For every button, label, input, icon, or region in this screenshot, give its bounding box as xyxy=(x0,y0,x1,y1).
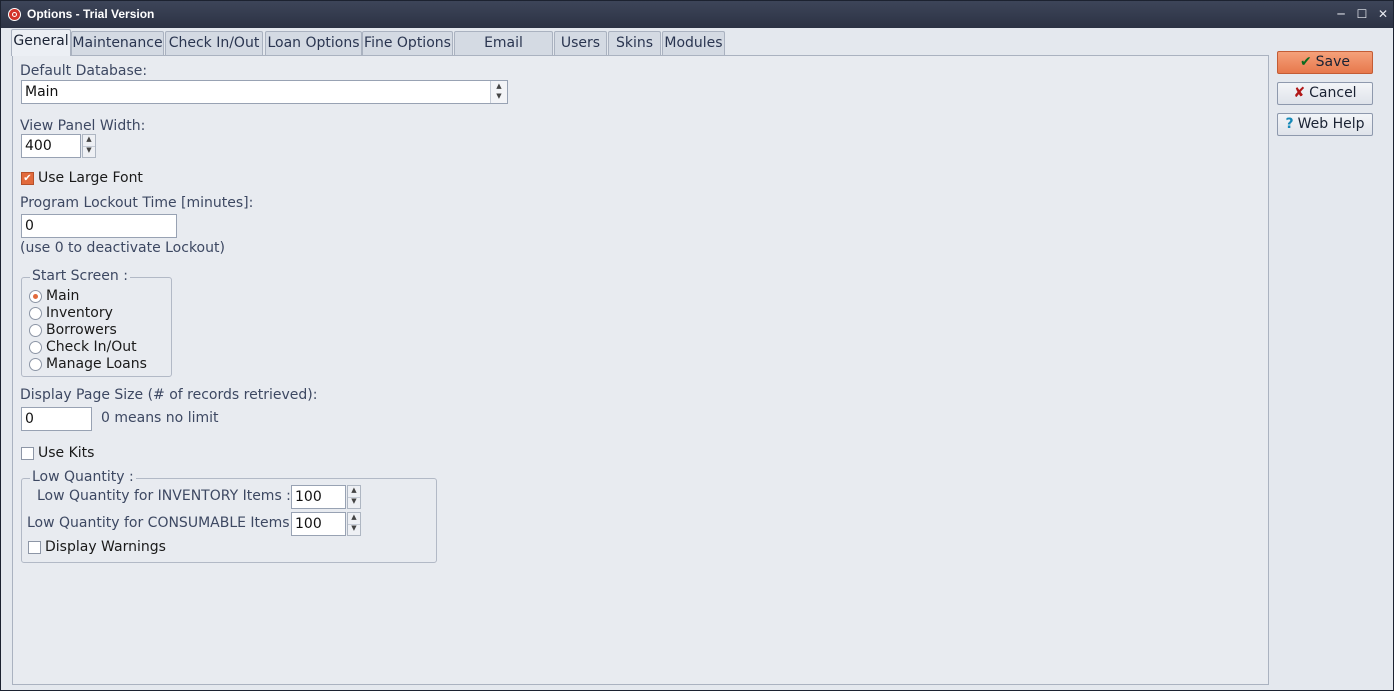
radio-inventory[interactable] xyxy=(29,307,42,320)
lockout-hint: (use 0 to deactivate Lockout) xyxy=(20,240,225,256)
display-warnings-checkbox[interactable] xyxy=(28,541,41,554)
low-qty-consumable-value: 100 xyxy=(295,516,322,532)
save-label: Save xyxy=(1315,54,1351,70)
window-title: Options - Trial Version xyxy=(27,7,155,21)
radio-check-in-out[interactable] xyxy=(29,341,42,354)
lockout-time-input[interactable]: 0 xyxy=(21,214,177,238)
radio-manage-loans-label: Manage Loans xyxy=(46,356,147,372)
low-qty-inventory-value: 100 xyxy=(295,489,322,505)
start-screen-title: Start Screen : xyxy=(30,268,130,284)
tab-loan-options[interactable]: Loan Options xyxy=(265,31,362,55)
low-qty-inventory-input[interactable]: 100 xyxy=(291,485,346,509)
spin-down-icon[interactable]: ▼ xyxy=(348,497,360,508)
low-qty-inventory-spinner[interactable]: ▲ ▼ xyxy=(347,485,361,509)
tab-modules[interactable]: Modules xyxy=(662,31,725,55)
radio-borrowers[interactable] xyxy=(29,324,42,337)
close-icon[interactable]: ✕ xyxy=(1373,4,1393,24)
page-size-value: 0 xyxy=(25,411,34,427)
cancel-label: Cancel xyxy=(1309,85,1357,101)
low-quantity-group: Low Quantity : Low Quantity for INVENTOR… xyxy=(21,469,437,563)
radio-main[interactable] xyxy=(29,290,42,303)
tab-fine-options[interactable]: Fine Options xyxy=(362,31,453,55)
title-bar[interactable]: Options - Trial Version ─ ☐ ✕ xyxy=(1,1,1393,28)
spin-down-icon[interactable]: ▼ xyxy=(348,524,360,535)
view-panel-width-spinner[interactable]: ▲ ▼ xyxy=(82,134,96,158)
large-font-checkbox[interactable]: ✔ xyxy=(21,172,34,185)
radio-check-in-out-label: Check In/Out xyxy=(46,339,137,355)
page-size-label: Display Page Size (# of records retrieve… xyxy=(20,387,318,403)
lockout-time-value: 0 xyxy=(25,218,34,234)
maximize-icon[interactable]: ☐ xyxy=(1352,4,1372,24)
minimize-icon[interactable]: ─ xyxy=(1331,4,1351,24)
page-size-input[interactable]: 0 xyxy=(21,407,92,431)
lockout-time-label: Program Lockout Time [minutes]: xyxy=(20,195,254,211)
app-logo-icon xyxy=(8,8,21,21)
start-screen-group: Start Screen : Main Inventory Borrowers … xyxy=(21,268,172,377)
large-font-label: Use Large Font xyxy=(38,170,143,186)
tab-email-options[interactable]: Email Options xyxy=(454,31,553,74)
question-mark-icon: ? xyxy=(1285,116,1294,132)
options-window: Options - Trial Version ─ ☐ ✕ General Ma… xyxy=(0,0,1394,691)
radio-inventory-label: Inventory xyxy=(46,305,113,321)
default-database-label: Default Database: xyxy=(20,63,148,79)
low-qty-consumable-input[interactable]: 100 xyxy=(291,512,346,536)
tab-users[interactable]: Users xyxy=(554,31,607,55)
view-panel-width-label: View Panel Width: xyxy=(20,118,146,134)
low-qty-consumable-spinner[interactable]: ▲ ▼ xyxy=(347,512,361,536)
use-kits-checkbox[interactable] xyxy=(21,447,34,460)
view-panel-width-input[interactable]: 400 xyxy=(21,134,81,158)
tab-general[interactable]: General xyxy=(11,29,71,56)
spin-down-icon[interactable]: ▼ xyxy=(83,146,95,157)
tab-check-in-out[interactable]: Check In/Out xyxy=(165,31,263,55)
web-help-label: Web Help xyxy=(1297,116,1365,132)
tab-maintenance[interactable]: Maintenance xyxy=(71,31,164,55)
chevron-up-down-icon[interactable]: ▲ ▼ xyxy=(490,81,507,103)
cancel-button[interactable]: ✘ Cancel xyxy=(1277,82,1373,105)
page-size-hint: 0 means no limit xyxy=(101,410,219,426)
display-warnings-label: Display Warnings xyxy=(45,539,166,555)
default-database-select[interactable]: Main ▲ ▼ xyxy=(21,80,508,104)
checkmark-icon: ✔ xyxy=(1299,54,1312,70)
radio-main-label: Main xyxy=(46,288,80,304)
save-button[interactable]: ✔ Save xyxy=(1277,51,1373,74)
tab-skins[interactable]: Skins xyxy=(608,31,661,55)
general-panel: Default Database: Main ▲ ▼ View Panel Wid… xyxy=(12,55,1269,685)
radio-manage-loans[interactable] xyxy=(29,358,42,371)
low-qty-consumable-label: Low Quantity for CONSUMABLE Items : xyxy=(27,515,299,531)
use-kits-label: Use Kits xyxy=(38,445,95,461)
low-qty-inventory-label: Low Quantity for INVENTORY Items : xyxy=(37,488,291,504)
radio-borrowers-label: Borrowers xyxy=(46,322,117,338)
low-quantity-title: Low Quantity : xyxy=(30,469,136,485)
x-cross-icon: ✘ xyxy=(1293,85,1306,101)
web-help-button[interactable]: ? Web Help xyxy=(1277,113,1373,136)
view-panel-width-value: 400 xyxy=(25,138,52,154)
default-database-value: Main xyxy=(25,84,59,100)
